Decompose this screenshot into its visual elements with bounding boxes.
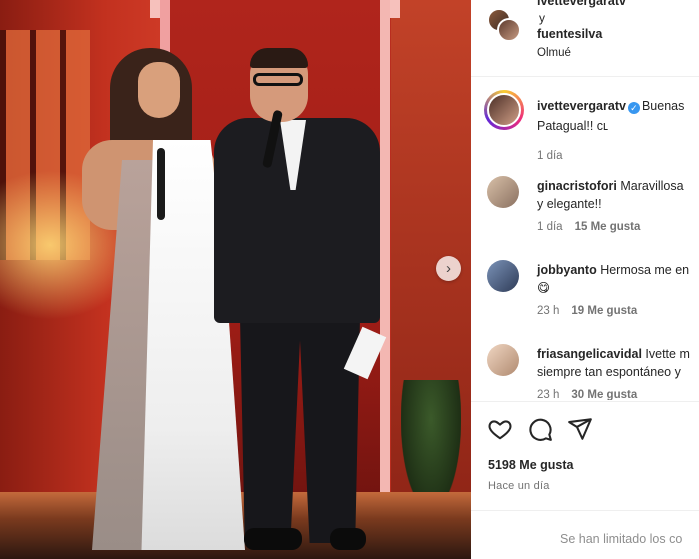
post-header: ivettevergaratv y fuentesilva Olmué bbox=[471, 0, 699, 77]
background-plant bbox=[401, 380, 461, 510]
post-side-panel: ivettevergaratv y fuentesilva Olmué ivet… bbox=[471, 0, 699, 559]
author-joiner: y bbox=[539, 11, 545, 25]
comment-time[interactable]: 23 h bbox=[537, 389, 559, 400]
comment-text: Hermosa me en bbox=[600, 263, 690, 277]
comment-time[interactable]: 1 día bbox=[537, 150, 563, 162]
post-actions: 5198 Me gusta Hace un día bbox=[471, 401, 699, 509]
likes-count[interactable]: 5198 Me gusta bbox=[488, 458, 573, 472]
comment-username[interactable]: jobbyanto bbox=[537, 263, 597, 277]
avatar[interactable] bbox=[487, 260, 519, 292]
woman-face bbox=[138, 62, 180, 118]
shoe-left bbox=[244, 528, 302, 550]
comment-username[interactable]: friasangelicavidal bbox=[537, 347, 642, 361]
comment-text-line2: y elegante!! bbox=[537, 197, 602, 211]
comment-text: Maravillosa bbox=[620, 179, 684, 193]
avatar[interactable] bbox=[487, 176, 519, 208]
next-image-button[interactable]: › bbox=[436, 256, 461, 281]
shoe-right bbox=[330, 528, 366, 550]
heart-icon[interactable] bbox=[487, 416, 513, 442]
comment-likes[interactable]: 30 Me gusta bbox=[571, 389, 637, 400]
verified-icon: ✓ bbox=[627, 102, 640, 114]
author-username[interactable]: ivettevergaratv bbox=[537, 0, 626, 8]
comment-text: Ivette m bbox=[645, 347, 690, 361]
post-timestamp[interactable]: Hace un día bbox=[488, 480, 550, 492]
avatar[interactable] bbox=[487, 344, 519, 376]
post-photo[interactable]: › bbox=[0, 0, 471, 559]
limited-text: Se han limitado los co bbox=[560, 532, 683, 546]
avatar[interactable] bbox=[497, 18, 521, 42]
comment-time[interactable]: 23 h bbox=[537, 305, 559, 317]
comment-text-line2: 😋 bbox=[537, 281, 551, 295]
comment-username[interactable]: ginacristofori bbox=[537, 179, 617, 193]
coauthor-username[interactable]: fuentesilva bbox=[537, 27, 602, 41]
author-avatars[interactable] bbox=[487, 8, 525, 44]
comment-likes[interactable]: 15 Me gusta bbox=[575, 221, 641, 233]
avatar[interactable] bbox=[484, 90, 524, 130]
comment-text-line2: Patagual!! cʟ bbox=[537, 119, 609, 133]
comment-icon[interactable] bbox=[527, 416, 553, 442]
chevron-right-icon: › bbox=[446, 260, 451, 277]
location-link[interactable]: Olmué bbox=[537, 47, 571, 59]
comments-limited-notice: Se han limitado los co bbox=[471, 510, 699, 559]
comment-text-line2: siempre tan espontáneo y bbox=[537, 365, 681, 379]
comment-likes[interactable]: 19 Me gusta bbox=[571, 305, 637, 317]
comment-username[interactable]: ivettevergaratv bbox=[537, 99, 626, 113]
microphone-woman bbox=[157, 148, 165, 220]
comment-time[interactable]: 1 día bbox=[537, 221, 563, 233]
man-hair bbox=[250, 48, 308, 68]
comments-list[interactable]: ivettevergaratv ✓ Buenas Patagual!! cʟ 1 d… bbox=[471, 78, 699, 400]
comment-text: Buenas bbox=[641, 99, 685, 113]
share-icon[interactable] bbox=[567, 416, 593, 442]
man-glasses bbox=[253, 73, 303, 86]
